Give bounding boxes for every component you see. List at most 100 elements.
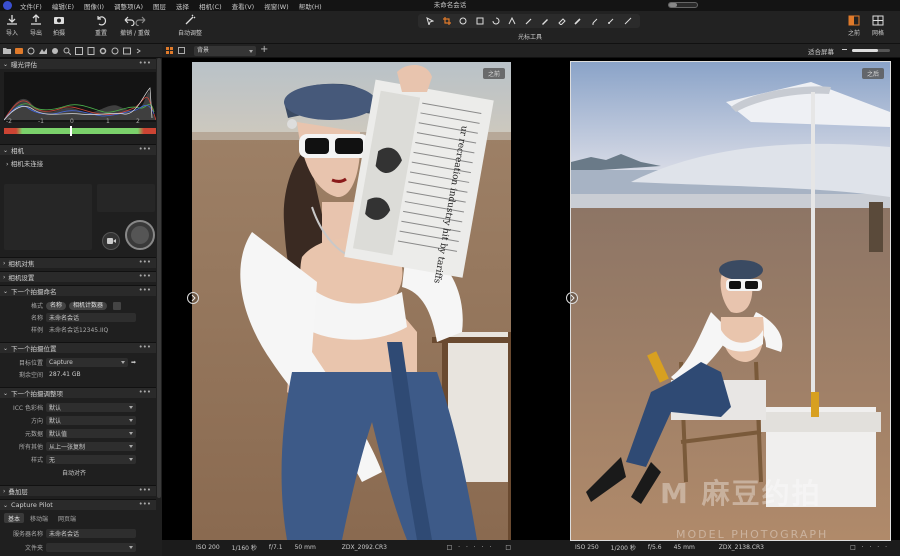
metadata-tab-icon[interactable] (87, 46, 95, 55)
straighten-icon[interactable] (507, 16, 517, 26)
annotate-icon[interactable] (623, 16, 633, 26)
shutter-button[interactable] (125, 220, 155, 250)
auto-adjust-button[interactable]: 自动调整 (175, 14, 205, 37)
left-rating-dots[interactable]: □ · · · · · (447, 544, 494, 551)
before-button[interactable]: 之前 (848, 15, 860, 37)
target-select[interactable]: Capture (46, 358, 128, 367)
tab-basic[interactable]: 基本 (4, 513, 25, 523)
menu-window[interactable]: 视窗(W) (259, 1, 294, 11)
arrow-right-icon[interactable]: ➡ (131, 359, 136, 366)
camera-focus-header[interactable]: › 相机对焦 ••• (0, 257, 156, 268)
grid-button[interactable]: 网格 (872, 15, 884, 37)
adjust-tab-icon[interactable] (75, 46, 83, 55)
more-icon[interactable]: ••• (139, 145, 151, 154)
exposure-section-header[interactable]: ⌄ 曝光评估 ••• (0, 58, 156, 69)
fit-screen-label[interactable]: 适合屏幕 (808, 46, 834, 56)
format-tag-counter[interactable]: 相机计数器 (69, 301, 108, 310)
layout-grid-icon[interactable] (166, 47, 173, 54)
menu-select[interactable]: 选择 (171, 1, 194, 11)
picker-icon[interactable] (524, 16, 534, 26)
camera-section-header[interactable]: ⌄ 相机 ••• (0, 144, 156, 155)
pointer-icon[interactable] (425, 16, 435, 26)
next-location-header[interactable]: ⌄ 下一个拍摄位置 ••• (0, 342, 156, 353)
left-nav-arrow[interactable] (187, 292, 199, 304)
camera-settings-header[interactable]: › 相机设置 ••• (0, 271, 156, 282)
space-row: 剩余空间 287.41 GB (0, 369, 156, 380)
right-rating-dots[interactable]: □ · · · · (850, 544, 889, 551)
detail-tab-icon[interactable] (63, 47, 71, 55)
right-nav-arrow[interactable] (566, 292, 578, 304)
preset-value: 背景 (197, 47, 210, 54)
format-tag-name[interactable]: 名称 (46, 301, 67, 310)
gradient-icon[interactable] (573, 16, 583, 26)
server-input[interactable]: 未命名会话 (46, 529, 136, 538)
menu-edit[interactable]: 编辑(E) (47, 1, 79, 11)
more-icon[interactable]: ••• (139, 486, 151, 495)
format-edit-button[interactable] (113, 301, 122, 310)
clone-icon[interactable] (606, 16, 616, 26)
exposure-tab-icon[interactable] (51, 47, 59, 55)
overlay-header[interactable]: › 叠加层 ••• (0, 485, 156, 496)
tab-mobile[interactable]: 移动端 (26, 513, 52, 523)
folder-select[interactable] (46, 543, 136, 552)
next-name-header[interactable]: ⌄ 下一个拍摄命名 ••• (0, 285, 156, 296)
left-color-tag[interactable]: □ (505, 544, 511, 551)
color-tab-icon[interactable] (39, 47, 47, 55)
tab-web[interactable]: 网页端 (54, 513, 80, 523)
all-other-select[interactable]: 从上一张复制 (46, 442, 136, 451)
capture-tab-icon[interactable] (15, 47, 23, 55)
metadata-select[interactable]: 默认值 (46, 429, 136, 438)
next-adjust-header[interactable]: ⌄ 下一个拍摄调整项 ••• (0, 387, 156, 398)
import-button[interactable]: 导入 (6, 14, 18, 37)
crop-icon[interactable] (442, 16, 452, 26)
right-image[interactable]: 之后 (570, 61, 891, 541)
auto-align-button[interactable]: 自动对齐 (62, 468, 86, 477)
capture-button[interactable]: 拍摄 (53, 14, 65, 37)
sidebar-scrollbar[interactable] (157, 58, 161, 498)
more-icon[interactable]: ••• (139, 343, 151, 352)
batch-tab-icon[interactable] (123, 47, 131, 55)
undo-redo-button[interactable]: 撤销 / 重做 (118, 14, 152, 37)
orientation-select[interactable]: 默认 (46, 416, 136, 425)
more-icon[interactable]: ••• (139, 272, 151, 281)
menu-layers[interactable]: 图层 (148, 1, 171, 11)
menu-file[interactable]: 文件(F) (15, 1, 47, 11)
zoom-out-icon[interactable] (842, 49, 847, 50)
keystone-icon[interactable] (491, 16, 501, 26)
more-icon[interactable]: ••• (139, 59, 151, 68)
menu-adjustments[interactable]: 调整项(A) (109, 1, 148, 11)
menu-image[interactable]: 图像(I) (79, 1, 109, 11)
chevron-down-icon: ⌄ (3, 287, 9, 295)
pilot-header[interactable]: ⌄ Capture Pilot ••• (0, 499, 156, 510)
lens-tab-icon[interactable] (27, 47, 35, 55)
menu-camera[interactable]: 相机(C) (194, 1, 227, 11)
zoom-slider[interactable] (852, 49, 890, 52)
icc-select[interactable]: 默认 (46, 403, 136, 412)
single-view-icon[interactable] (178, 47, 185, 54)
brush-icon[interactable] (540, 16, 550, 26)
style-select[interactable]: 无 (46, 455, 136, 464)
reset-button[interactable]: 重置 (95, 14, 107, 37)
heal-icon[interactable] (590, 16, 600, 26)
info-tab-icon[interactable] (111, 47, 119, 55)
name-input[interactable]: 未命名会话 (46, 313, 136, 322)
menu-view[interactable]: 查看(V) (227, 1, 260, 11)
settings-tab-icon[interactable] (99, 47, 107, 55)
export-button[interactable]: 导出 (30, 14, 42, 37)
left-image[interactable]: ur recreation industry hit by tariffs 之前 (192, 62, 511, 540)
style-value: 无 (49, 457, 56, 464)
right-filename: ZDX_2138.CR3 (718, 543, 764, 551)
preset-select[interactable]: 背景 (194, 46, 256, 56)
folder-tab-icon[interactable] (3, 47, 11, 55)
menu-help[interactable]: 帮助(H) (294, 1, 327, 11)
eraser-icon[interactable] (557, 16, 567, 26)
more-icon[interactable]: ••• (139, 286, 151, 295)
add-variant-icon[interactable]: + (260, 44, 268, 55)
rotate-icon[interactable] (475, 16, 485, 26)
pan-icon[interactable] (458, 16, 468, 26)
more-icon[interactable]: ••• (139, 500, 151, 509)
more-icon[interactable]: ••• (139, 388, 151, 397)
more-tabs-icon[interactable] (135, 47, 143, 55)
more-icon[interactable]: ••• (139, 258, 151, 267)
record-button[interactable] (102, 232, 120, 250)
